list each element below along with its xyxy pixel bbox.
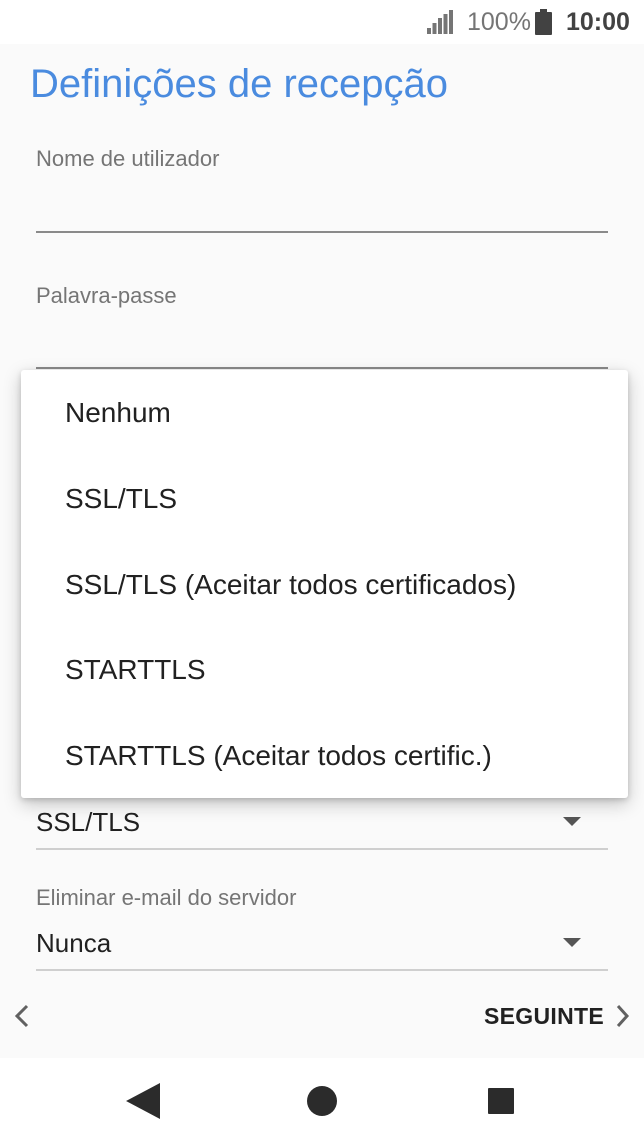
dropdown-option-ssl-tls-accept-all[interactable]: SSL/TLS (Aceitar todos certificados)	[21, 542, 628, 628]
password-input[interactable]	[36, 367, 608, 369]
back-chevron-icon[interactable]	[12, 1002, 32, 1030]
username-input[interactable]	[36, 231, 608, 233]
signal-icon	[427, 10, 453, 34]
next-button[interactable]: SEGUINTE	[484, 1000, 630, 1032]
dropdown-option-label: SSL/TLS	[65, 483, 178, 514]
dropdown-option-label: SSL/TLS (Aceitar todos certificados)	[65, 569, 517, 600]
page-title: Definições de recepção	[30, 62, 449, 106]
status-time: 10:00	[566, 8, 630, 36]
chevron-right-icon	[616, 1004, 630, 1028]
chevron-down-icon	[563, 817, 581, 826]
dropdown-option-nenhum[interactable]: Nenhum	[21, 370, 628, 456]
battery-icon	[535, 9, 552, 35]
password-label: Palavra-passe	[36, 283, 177, 308]
back-triangle-icon[interactable]	[126, 1083, 160, 1119]
navigation-bar	[0, 1058, 644, 1144]
recents-square-icon[interactable]	[488, 1088, 514, 1114]
security-type-value: SSL/TLS	[36, 807, 141, 837]
home-circle-icon[interactable]	[307, 1086, 337, 1116]
security-type-underline	[36, 848, 608, 850]
status-bar: 100% 10:00	[0, 0, 644, 44]
dropdown-option-starttls-accept-all[interactable]: STARTTLS (Aceitar todos certific.)	[21, 713, 628, 799]
dropdown-option-ssl-tls[interactable]: SSL/TLS	[21, 456, 628, 542]
dropdown-option-label: STARTTLS (Aceitar todos certific.)	[65, 740, 492, 771]
delete-email-underline	[36, 969, 608, 971]
dropdown-option-label: STARTTLS	[65, 654, 206, 685]
security-type-dropdown-menu: Nenhum SSL/TLS SSL/TLS (Aceitar todos ce…	[21, 370, 628, 798]
delete-email-value: Nunca	[36, 928, 112, 958]
next-button-label: SEGUINTE	[484, 1002, 604, 1029]
dropdown-option-starttls[interactable]: STARTTLS	[21, 627, 628, 713]
username-label: Nome de utilizador	[36, 146, 220, 171]
chevron-down-icon	[563, 938, 581, 947]
battery-percentage: 100%	[467, 8, 531, 36]
delete-email-label: Eliminar e-mail do servidor	[36, 885, 297, 910]
dropdown-option-label: Nenhum	[65, 397, 171, 428]
